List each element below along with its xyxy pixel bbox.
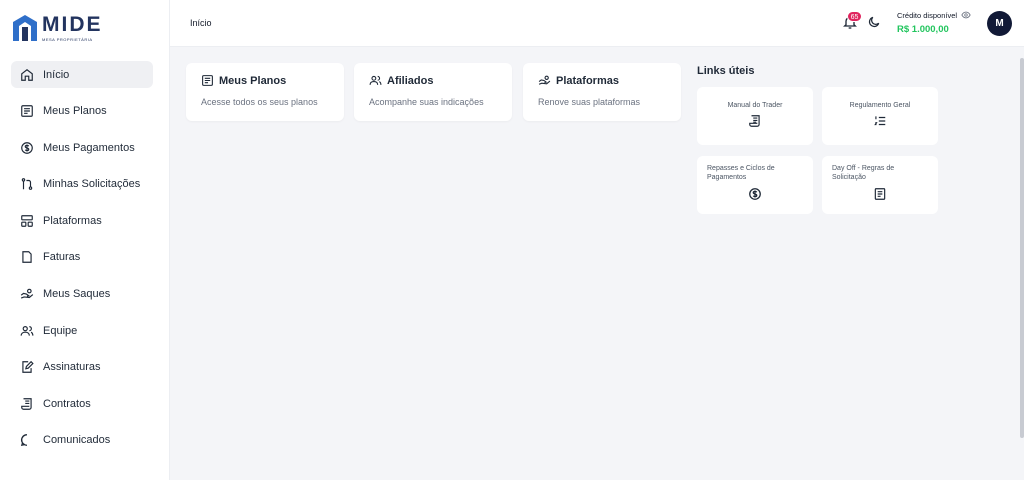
card-title: Afiliados xyxy=(387,74,434,87)
sidebar-item-label: Início xyxy=(43,68,70,81)
sidebar-item-inicio[interactable]: Início xyxy=(11,61,153,88)
sidebar-item-plataformas[interactable]: Plataformas xyxy=(11,207,153,234)
document-icon xyxy=(874,188,886,200)
avatar[interactable]: M xyxy=(987,11,1012,36)
link-label: Manual do Trader xyxy=(727,102,783,109)
top-header: Início 65 Crédito disponível R$ 1.000,00… xyxy=(170,0,1024,47)
notification-badge: 65 xyxy=(847,11,862,22)
card-description: Acompanhe suas indicações xyxy=(369,97,484,107)
link-day-off[interactable]: Day Off - Regras de Solicitação xyxy=(822,156,938,214)
hand-coins-icon xyxy=(538,75,551,85)
sidebar-item-comunicados[interactable]: Comunicados xyxy=(11,427,153,454)
scroll-icon xyxy=(19,396,35,412)
sidebar-item-assinaturas[interactable]: Assinaturas xyxy=(11,354,153,381)
sidebar-item-label: Contratos xyxy=(43,397,91,410)
link-repasses-e-ciclos[interactable]: Repasses e Ciclos de Pagamentos xyxy=(697,156,813,214)
brand-subtitle: MESA PROPRIETÁRIA xyxy=(42,37,93,42)
link-label: Repasses e Ciclos de Pagamentos xyxy=(707,165,775,181)
layout-icon xyxy=(19,213,35,229)
list-doc-icon xyxy=(202,75,213,86)
scrollbar[interactable] xyxy=(1020,58,1024,438)
logo-building-icon xyxy=(13,15,37,41)
sidebar-item-label: Assinaturas xyxy=(43,361,101,374)
users-icon xyxy=(19,323,35,339)
brand-logo[interactable]: MIDE MESA PROPRIETÁRIA xyxy=(12,14,103,42)
card-plataformas[interactable]: Plataformas Renove suas plataformas xyxy=(523,63,681,121)
sidebar-item-meus-saques[interactable]: Meus Saques xyxy=(11,281,153,308)
sidebar-item-label: Meus Pagamentos xyxy=(43,141,135,154)
list-doc-icon xyxy=(19,103,35,119)
sidebar-item-meus-planos[interactable]: Meus Planos xyxy=(11,98,153,125)
moon-icon[interactable] xyxy=(867,15,881,29)
credit-block: Crédito disponível R$ 1.000,00 xyxy=(897,10,971,35)
dollar-circle-icon xyxy=(19,140,35,156)
users-icon xyxy=(369,75,382,85)
card-meus-planos[interactable]: Meus Planos Acesse todos os seus planos xyxy=(186,63,344,121)
card-afiliados[interactable]: Afiliados Acompanhe suas indicações xyxy=(354,63,512,121)
chat-icon xyxy=(19,432,35,448)
eye-icon[interactable] xyxy=(961,10,971,20)
sidebar-item-meus-pagamentos[interactable]: Meus Pagamentos xyxy=(11,134,153,161)
link-regulamento-geral[interactable]: Regulamento Geral xyxy=(822,87,938,145)
breadcrumb: Início xyxy=(190,18,212,28)
git-pull-icon xyxy=(19,176,35,192)
link-manual-do-trader[interactable]: Manual do Trader xyxy=(697,87,813,145)
links-section-title: Links úteis xyxy=(697,65,755,77)
file-icon xyxy=(19,249,35,265)
link-label: Regulamento Geral xyxy=(849,102,911,109)
sidebar-item-contratos[interactable]: Contratos xyxy=(11,390,153,417)
dollar-circle-icon xyxy=(749,188,761,200)
scroll-list-icon xyxy=(749,115,760,127)
sidebar-nav: Início Meus Planos Meus Pagamentos Minha… xyxy=(11,61,153,464)
sidebar-item-label: Comunicados xyxy=(43,434,111,447)
sidebar: MIDE MESA PROPRIETÁRIA Início Meus Plano… xyxy=(0,0,170,480)
hand-coins-icon xyxy=(19,286,35,302)
sidebar-item-minhas-solicitacoes[interactable]: Minhas Solicitações xyxy=(11,171,153,198)
sidebar-item-label: Minhas Solicitações xyxy=(43,178,141,191)
sidebar-item-label: Equipe xyxy=(43,324,78,337)
card-description: Acesse todos os seus planos xyxy=(201,97,318,107)
sidebar-item-label: Faturas xyxy=(43,251,81,264)
sidebar-item-equipe[interactable]: Equipe xyxy=(11,317,153,344)
brand-name: MIDE xyxy=(42,13,103,36)
home-icon xyxy=(19,67,35,83)
card-title: Meus Planos xyxy=(219,74,287,87)
sidebar-item-faturas[interactable]: Faturas xyxy=(11,244,153,271)
ordered-list-icon xyxy=(874,116,886,126)
credit-label: Crédito disponível xyxy=(897,10,958,20)
card-description: Renove suas plataformas xyxy=(538,97,641,107)
card-title: Plataformas xyxy=(556,74,619,87)
credit-value: R$ 1.000,00 xyxy=(897,24,949,35)
link-label: Day Off - Regras de Solicitação xyxy=(832,165,895,181)
signature-icon xyxy=(19,359,35,375)
sidebar-item-label: Plataformas xyxy=(43,214,102,227)
sidebar-item-label: Meus Saques xyxy=(43,288,111,301)
sidebar-item-label: Meus Planos xyxy=(43,105,107,118)
